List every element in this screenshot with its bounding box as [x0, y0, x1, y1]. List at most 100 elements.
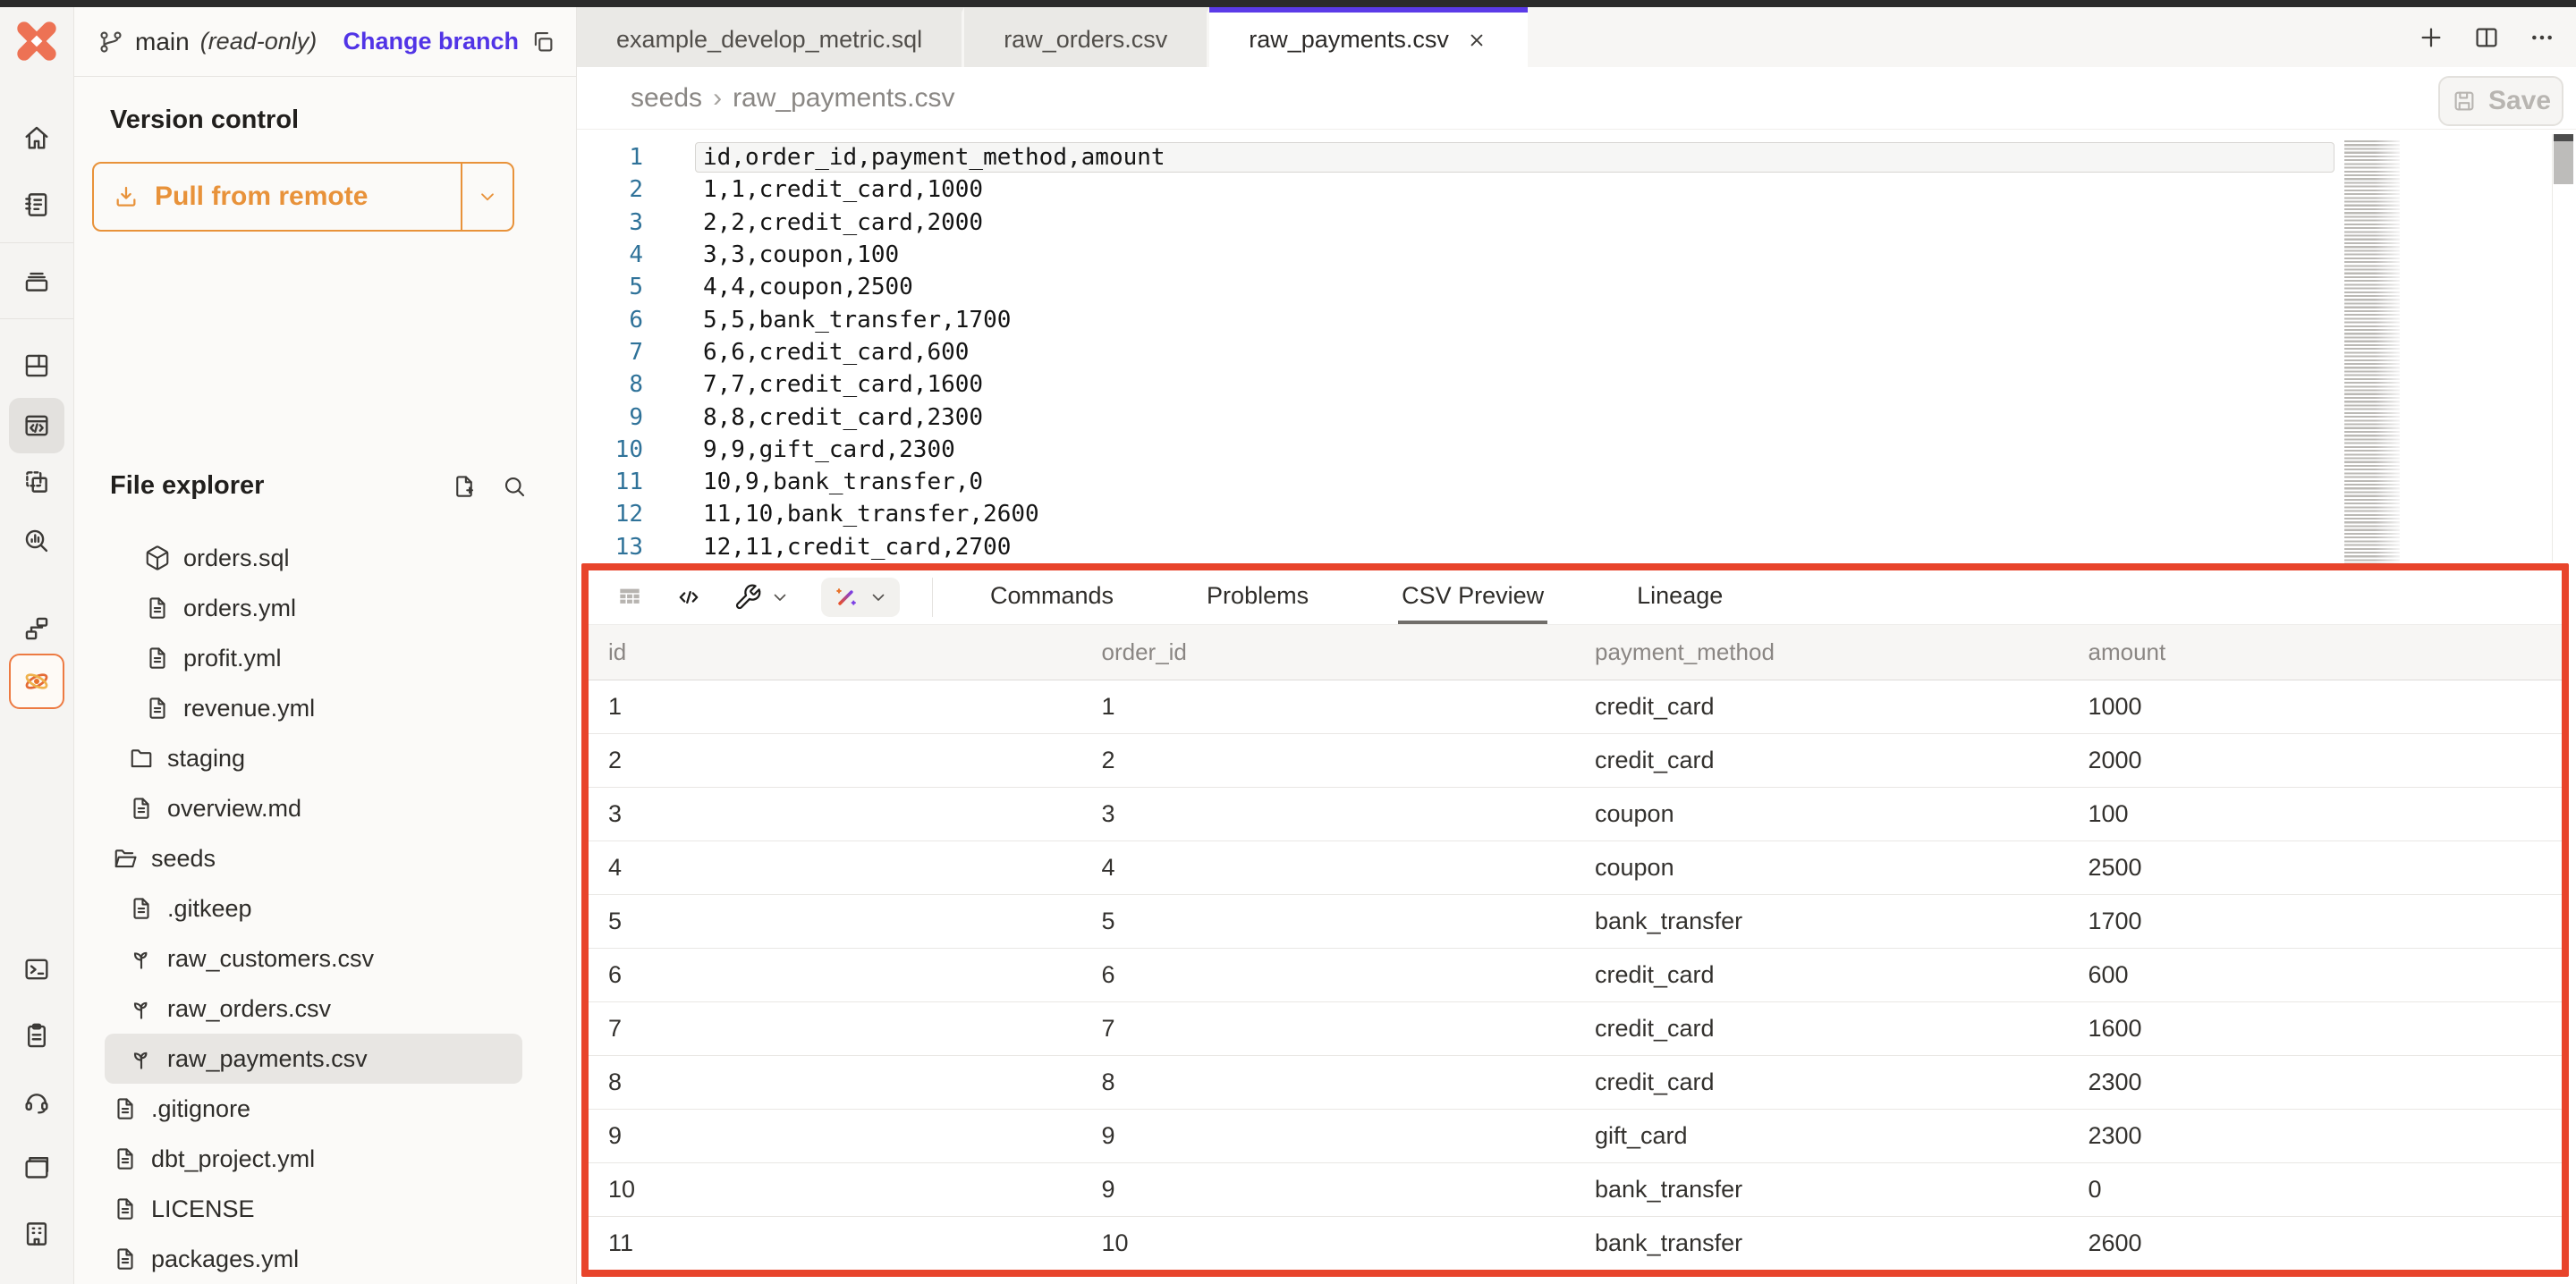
line-number: 5 [577, 274, 647, 300]
clipboard-icon[interactable] [21, 1019, 53, 1052]
table-cell: 1 [589, 680, 1082, 734]
panel-tab-lineage[interactable]: Lineage [1633, 570, 1726, 624]
file-explorer-header[interactable]: File explorer [74, 471, 576, 501]
file-item-raw-customers-csv[interactable]: raw_customers.csv [105, 933, 522, 984]
file-item--gitignore[interactable]: .gitignore [105, 1084, 522, 1134]
file-name: packages.yml [151, 1246, 299, 1273]
sidebar: main (read-only) Change branch Version c… [74, 7, 577, 1284]
file-name: dbt_project.yml [151, 1145, 315, 1173]
wrench-icon [733, 583, 762, 612]
panel-tab-csv-preview[interactable]: CSV Preview [1398, 570, 1547, 624]
file-name: revenue.yml [183, 695, 315, 722]
close-tab-icon[interactable] [1465, 29, 1488, 52]
copilot-atom-icon[interactable] [9, 654, 64, 709]
table-cell: 9 [1082, 1110, 1576, 1163]
file-item-orders-yml[interactable]: orders.yml [105, 583, 522, 633]
catalog-icon[interactable] [21, 265, 53, 297]
table-row: 44coupon2500 [589, 841, 2562, 895]
table-cell: 2 [1082, 734, 1576, 788]
support-headset-icon[interactable] [21, 1085, 53, 1118]
file-name: orders.sql [183, 545, 290, 572]
change-branch-link[interactable]: Change branch [343, 28, 519, 55]
table-cell: 600 [2069, 949, 2563, 1002]
file-item-staging[interactable]: staging [105, 733, 522, 783]
table-cell: 100 [2069, 788, 2563, 841]
line-number: 10 [577, 436, 647, 463]
copy-icon[interactable] [530, 29, 556, 55]
new-tab-icon[interactable] [2417, 23, 2445, 52]
version-control-header[interactable]: Version control [74, 106, 576, 135]
line-text: 10,9,bank_transfer,0 [695, 467, 2334, 497]
file-item-profit-yml[interactable]: profit.yml [105, 633, 522, 683]
line-number: 6 [577, 307, 647, 334]
table-cell: 3 [1082, 788, 1576, 841]
code-editor[interactable]: 1id,order_id,payment_method,amount21,1,c… [577, 130, 2576, 563]
table-row: 66credit_card600 [589, 949, 2562, 1002]
terminal-icon[interactable] [21, 953, 53, 985]
pull-from-remote-main[interactable]: Pull from remote [94, 164, 462, 230]
save-button[interactable]: Save [2438, 76, 2563, 126]
split-view-icon[interactable] [2472, 23, 2501, 52]
pull-from-remote-button[interactable]: Pull from remote [92, 162, 514, 232]
browser-window-icon[interactable] [21, 1152, 53, 1184]
file-item-license[interactable]: LICENSE [105, 1184, 522, 1234]
explore-search-icon[interactable] [21, 525, 53, 557]
table-icon[interactable] [615, 583, 644, 612]
pull-options-chevron[interactable] [462, 164, 513, 230]
branch-name: main [135, 28, 190, 56]
file-list: orders.sql orders.ymlprofit.yml revenue.ym… [74, 533, 576, 1284]
csv-preview-table: idorder_idpayment_methodamount 11credit_… [589, 624, 2562, 1271]
more-options-icon[interactable] [2528, 23, 2556, 52]
editor-scrollbar[interactable] [2552, 134, 2573, 562]
column-header-id: id [589, 625, 1082, 680]
build-tools-button[interactable] [733, 583, 791, 612]
line-number: 11 [577, 469, 647, 495]
code-icon[interactable] [674, 583, 703, 612]
doc-icon [112, 1095, 139, 1122]
file-item-orders-sql[interactable]: orders.sql [105, 533, 522, 583]
organization-building-icon[interactable] [21, 1218, 53, 1250]
table-cell: 2 [589, 734, 1082, 788]
dashboards-icon[interactable] [21, 350, 53, 382]
model-icon [144, 545, 171, 571]
file-item-dbt-project-yml[interactable]: dbt_project.yml [105, 1134, 522, 1184]
tab-raw-payments-csv[interactable]: raw_payments.csv [1209, 7, 1528, 67]
line-text: 12,11,credit_card,2700 [695, 532, 2334, 562]
file-item-raw-payments-csv[interactable]: raw_payments.csv [105, 1034, 522, 1084]
notebook-icon[interactable] [21, 189, 53, 221]
column-header-amount: amount [2069, 625, 2563, 680]
file-item-revenue-yml[interactable]: revenue.yml [105, 683, 522, 733]
tab-example-develop-metric-sql[interactable]: example_develop_metric.sql [577, 7, 964, 67]
panel-tab-commands[interactable]: Commands [987, 570, 1117, 624]
new-file-icon[interactable] [451, 473, 478, 500]
visual-editor-icon[interactable] [21, 466, 53, 498]
ai-actions-button[interactable] [821, 578, 900, 617]
orchestration-icon[interactable] [21, 612, 53, 645]
table-row: 55bank_transfer1700 [589, 895, 2562, 949]
file-item-seeds[interactable]: seeds [105, 833, 522, 883]
editor-minimap[interactable] [2344, 140, 2400, 563]
line-number: 12 [577, 501, 647, 528]
table-cell: 7 [589, 1002, 1082, 1056]
file-item-raw-orders-csv[interactable]: raw_orders.csv [105, 984, 522, 1034]
file-name: staging [167, 745, 245, 773]
table-cell: coupon [1575, 841, 2069, 895]
file-item-packages-yml[interactable]: packages.yml [105, 1234, 522, 1284]
editor-tab-bar: example_develop_metric.sql raw_orders.csv… [577, 7, 2576, 67]
scrollbar-thumb[interactable] [2554, 134, 2573, 184]
pull-from-remote-label: Pull from remote [155, 182, 368, 212]
tab-label: example_develop_metric.sql [616, 26, 922, 54]
table-cell: 2300 [2069, 1110, 2563, 1163]
line-number: 3 [577, 209, 647, 236]
develop-ide-icon[interactable] [9, 398, 64, 453]
search-icon[interactable] [501, 473, 528, 500]
home-icon[interactable] [21, 122, 53, 154]
file-item-overview-md[interactable]: overview.md [105, 783, 522, 833]
table-row: 109bank_transfer0 [589, 1163, 2562, 1217]
file-name: seeds [151, 845, 216, 873]
file-item--gitkeep[interactable]: .gitkeep [105, 883, 522, 933]
panel-tab-problems[interactable]: Problems [1203, 570, 1312, 624]
table-cell: credit_card [1575, 734, 2069, 788]
table-cell: 2000 [2069, 734, 2563, 788]
tab-raw-orders-csv[interactable]: raw_orders.csv [964, 7, 1209, 67]
